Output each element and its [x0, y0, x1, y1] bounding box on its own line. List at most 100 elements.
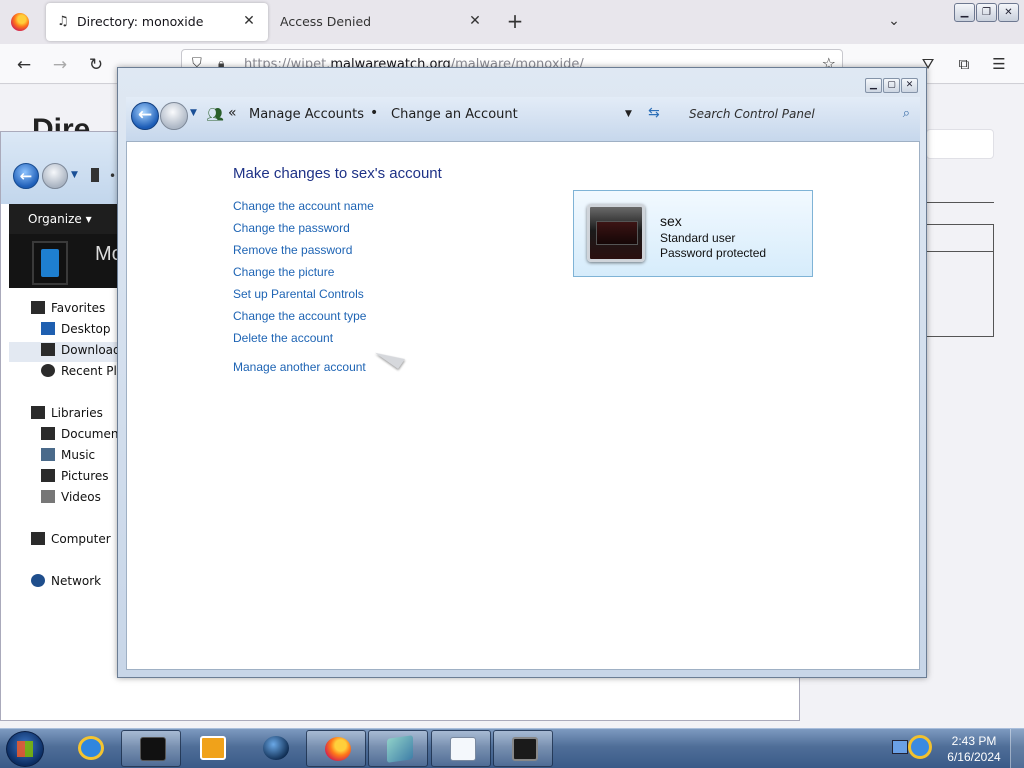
nav-label: Network: [51, 574, 102, 588]
taskbar: 2:43 PM 6/16/2024: [0, 728, 1024, 768]
nav-label: Computer: [51, 532, 111, 546]
cp-minimize-button[interactable]: ▁: [865, 78, 882, 93]
internet-explorer-icon: [78, 736, 104, 760]
tab-directory-monoxide[interactable]: ♫ Directory: monoxide ✕: [46, 3, 268, 41]
firefox-menu-icon[interactable]: [11, 13, 29, 31]
minimize-button[interactable]: ▁: [954, 3, 975, 22]
control-panel-icon: [387, 735, 413, 763]
videos-icon: [41, 490, 55, 503]
nav-pictures[interactable]: Pictures: [41, 469, 109, 489]
cp-maximize-button[interactable]: ▢: [883, 78, 900, 93]
nav-libraries[interactable]: Libraries: [31, 406, 103, 426]
nav-music[interactable]: Music: [41, 448, 95, 468]
manage-another-account-link[interactable]: Manage another account: [233, 360, 366, 374]
nav-computer[interactable]: Computer: [31, 532, 111, 552]
tab-title: Directory: monoxide: [77, 14, 204, 29]
taskbar-terminal[interactable]: [493, 730, 553, 767]
nav-videos[interactable]: Videos: [41, 490, 101, 510]
taskbar-notepad[interactable]: [431, 730, 491, 767]
parental-controls-link[interactable]: Set up Parental Controls: [233, 287, 364, 301]
tab-close-icon[interactable]: ✕: [465, 11, 485, 31]
change-picture-link[interactable]: Change the picture: [233, 265, 334, 279]
change-account-name-link[interactable]: Change the account name: [233, 199, 374, 213]
address-dropdown-icon[interactable]: ▼: [625, 109, 632, 119]
extensions-icon[interactable]: ⧉: [953, 53, 975, 75]
change-account-type-link[interactable]: Change the account type: [233, 309, 366, 323]
tab-favicon-icon: ♫: [57, 14, 69, 29]
nav-documents[interactable]: Document: [41, 427, 123, 447]
breadcrumb-change-an-account[interactable]: Change an Account: [391, 107, 518, 122]
search-placeholder: Search Control Panel: [689, 107, 815, 121]
start-button[interactable]: [6, 731, 44, 767]
forward-arrow-icon[interactable]: →: [48, 53, 72, 77]
nav-label: Desktop: [61, 322, 111, 336]
taskbar-media-player[interactable]: [182, 730, 242, 767]
show-desktop-button[interactable]: [1010, 729, 1024, 768]
new-tab-button[interactable]: +: [503, 9, 527, 33]
explorer-toolbar: Organize ▾: [9, 204, 129, 234]
documents-icon: [41, 427, 55, 440]
globe-icon: [263, 736, 289, 760]
page-search-input[interactable]: [926, 129, 994, 159]
nav-favorites[interactable]: Favorites: [31, 301, 105, 321]
search-icon[interactable]: ⌕: [903, 106, 910, 121]
change-password-link[interactable]: Change the password: [233, 221, 350, 235]
monoxide-file-icon: [32, 241, 68, 285]
downloads-icon: [41, 343, 55, 356]
explorer-forward-icon[interactable]: [42, 163, 68, 189]
breadcrumb-manage-accounts[interactable]: Manage Accounts: [249, 107, 364, 122]
remove-password-link[interactable]: Remove the password: [233, 243, 352, 257]
terminal-icon: [512, 737, 538, 761]
tab-title: Access Denied: [280, 14, 372, 29]
tab-close-icon[interactable]: ✕: [239, 11, 259, 31]
account-picture-avatar: [587, 204, 645, 262]
hamburger-menu-icon[interactable]: ☰: [988, 53, 1010, 75]
close-button[interactable]: ✕: [998, 3, 1019, 22]
list-all-tabs-chevron-icon[interactable]: ⌄: [883, 10, 905, 32]
delete-account-link[interactable]: Delete the account: [233, 331, 333, 345]
cp-forward-icon[interactable]: [160, 102, 188, 130]
nav-label: Music: [61, 448, 96, 462]
nav-desktop[interactable]: Desktop: [41, 322, 111, 342]
explorer-back-icon[interactable]: ←: [13, 163, 39, 189]
breadcrumb-separator[interactable]: •: [370, 105, 378, 121]
nav-network[interactable]: Network: [31, 574, 101, 594]
back-arrow-icon[interactable]: ←: [12, 53, 36, 77]
explorer-history-dropdown-icon[interactable]: ▼: [71, 170, 78, 180]
account-password-status: Password protected: [660, 246, 767, 260]
breadcrumb-overflow-chevron-icon[interactable]: «: [228, 105, 237, 121]
restore-button[interactable]: ❐: [976, 3, 997, 22]
organize-button[interactable]: Organize ▾: [28, 212, 92, 226]
clock-date: 6/16/2024: [947, 750, 1001, 764]
browser-window-controls: ▁ ❐ ✕: [954, 3, 1019, 23]
breadcrumb-separator: •: [109, 169, 117, 183]
control-panel-window-controls: ▁ ▢ ✕: [865, 78, 918, 93]
account-type: Standard user: [660, 231, 736, 245]
control-panel-window[interactable]: ▁ ▢ ✕ ← ▼ 👥︎ « Manage Accounts • Change …: [117, 67, 927, 678]
taskbar-control-panel[interactable]: [368, 730, 428, 767]
firefox-icon: [325, 737, 351, 761]
tab-access-denied[interactable]: Access Denied ✕: [272, 3, 494, 41]
taskbar-globe[interactable]: [245, 730, 305, 767]
network-tray-icon[interactable]: [892, 740, 908, 754]
reload-icon[interactable]: ↻: [84, 53, 108, 77]
music-icon: [41, 448, 55, 461]
browser-tabstrip: ♫ Directory: monoxide ✕ Access Denied ✕ …: [0, 0, 1024, 44]
ie-tray-icon[interactable]: [908, 735, 932, 759]
recent-places-icon: [41, 364, 55, 377]
search-control-panel-input[interactable]: Search Control Panel ⌕: [679, 102, 915, 130]
cp-recent-pages-dropdown-icon[interactable]: ▼: [190, 108, 197, 118]
taskbar-monoxide-app[interactable]: [121, 730, 181, 767]
nav-downloads[interactable]: Downloads: [9, 342, 129, 362]
clock-time: 2:43 PM: [951, 734, 997, 748]
taskbar-firefox[interactable]: [306, 730, 366, 767]
computer-icon: [31, 532, 45, 545]
cp-close-button[interactable]: ✕: [901, 78, 918, 93]
page-table: [926, 224, 994, 337]
cp-back-icon[interactable]: ←: [131, 102, 159, 130]
taskbar-internet-explorer[interactable]: [60, 730, 120, 767]
desktop-icon: [41, 322, 55, 335]
taskbar-clock[interactable]: 2:43 PM 6/16/2024: [942, 733, 1006, 765]
refresh-icon[interactable]: ⇆: [648, 105, 660, 121]
organize-label: Organize: [28, 212, 82, 226]
